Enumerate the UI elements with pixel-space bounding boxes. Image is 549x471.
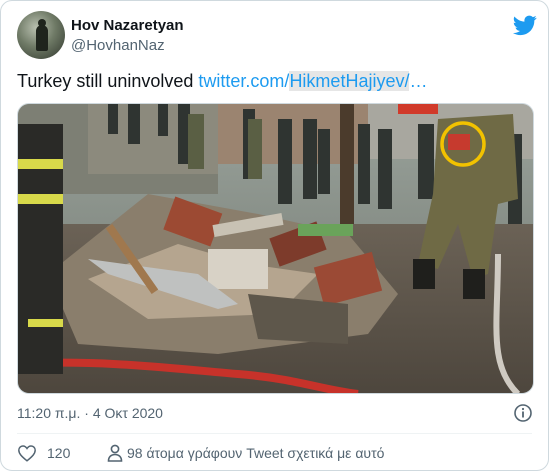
author-handle[interactable]: @HovhanNaz	[71, 37, 184, 55]
tweet-photo[interactable]	[17, 103, 534, 394]
tweet-meta: 11:20 π.μ. · 4 Οκτ 2020	[17, 403, 537, 423]
tweet-text: Turkey still uninvolved twitter.com/Hikm…	[17, 69, 537, 93]
tweet-link-prefix[interactable]: twitter.com/	[198, 71, 289, 91]
tweet-link[interactable]: twitter.com/HikmetHajiyev/…	[198, 71, 427, 91]
avatar[interactable]	[17, 11, 65, 59]
tweet-actions: 120 98 άτομα γράφουν Tweet σχετικά με αυ…	[17, 443, 537, 463]
tweet-header: Hov Nazaretyan @HovhanNaz	[17, 11, 537, 59]
person-icon	[107, 444, 123, 462]
author-display-name[interactable]: Hov Nazaretyan	[71, 17, 184, 35]
tweet-link-suffix[interactable]: …	[409, 71, 427, 91]
timestamp[interactable]: 11:20 π.μ. · 4 Οκτ 2020	[17, 405, 163, 421]
talking-text[interactable]: 98 άτομα γράφουν Tweet σχετικά με αυτό	[127, 443, 384, 463]
twitter-bird-icon[interactable]	[513, 13, 537, 37]
tweet-link-highlight[interactable]: HikmetHajiyev/	[289, 71, 410, 91]
author-names[interactable]: Hov Nazaretyan @HovhanNaz	[71, 17, 184, 55]
heart-icon[interactable]	[17, 444, 37, 462]
divider	[17, 433, 532, 434]
info-icon[interactable]	[513, 403, 533, 423]
rubble-scene-image	[18, 104, 533, 393]
like-count[interactable]: 120	[47, 443, 70, 463]
tweet-body-text: Turkey still uninvolved	[17, 71, 199, 91]
tweet-card[interactable]: Hov Nazaretyan @HovhanNaz Turkey still u…	[0, 0, 549, 471]
